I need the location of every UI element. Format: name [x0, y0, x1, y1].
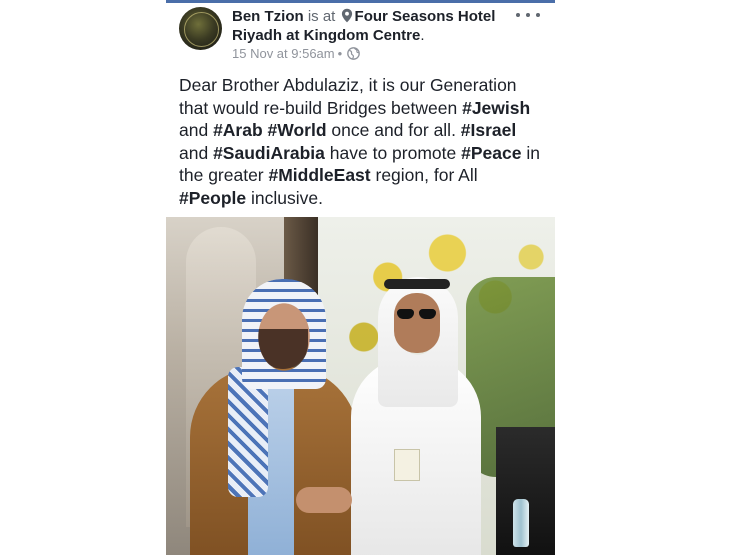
photo-water-bottle — [513, 499, 529, 547]
message-text: and — [179, 142, 214, 163]
meta-separator: • — [337, 46, 343, 61]
hashtag-link[interactable]: #Peace — [461, 143, 521, 163]
more-dot — [526, 13, 530, 17]
post-header-line2: Riyadh at Kingdom Centre. — [232, 26, 425, 45]
post-photo[interactable] — [166, 217, 555, 555]
avatar-emblem — [184, 12, 219, 47]
photo-handshake — [296, 487, 352, 513]
place-period: . — [420, 27, 425, 44]
timestamp[interactable]: 15 Nov at 9:56am — [232, 46, 335, 61]
post-header-line1: Ben Tzion is at Four Seasons Hotel — [232, 7, 512, 28]
message-text: once and for all. — [326, 120, 461, 140]
message-text: have to promote — [324, 142, 462, 163]
more-dot — [536, 13, 540, 17]
avatar[interactable] — [179, 7, 222, 50]
photo-sunglasses — [397, 309, 437, 319]
place-name-line2[interactable]: Riyadh at Kingdom Centre — [232, 27, 420, 44]
hashtag-link[interactable]: #World — [268, 120, 327, 140]
message-text: and — [179, 120, 214, 140]
facebook-post: Ben Tzion is at Four Seasons Hotel Riyad… — [166, 0, 555, 555]
photo-name-badge — [394, 449, 420, 481]
more-options-icon[interactable] — [516, 8, 540, 22]
hashtag-link[interactable]: #SaudiArabia — [213, 143, 325, 163]
post-meta: 15 Nov at 9:56am • — [232, 46, 361, 64]
photo-person-right-face — [394, 293, 440, 353]
hashtag-link[interactable]: #Arab — [213, 120, 263, 140]
post-message: Dear Brother Abdulaziz, it is our Genera… — [179, 74, 549, 209]
hashtag-link[interactable]: #Jewish — [462, 98, 530, 118]
hashtag-link[interactable]: #People — [179, 188, 246, 208]
place-name-line1[interactable]: Four Seasons Hotel — [355, 8, 496, 25]
top-accent-bar — [166, 0, 555, 3]
photo-person-right-agal — [384, 279, 450, 289]
message-text: region, for All — [370, 165, 478, 185]
hashtag-link[interactable]: #MiddleEast — [269, 165, 371, 185]
message-text: inclusive. — [246, 187, 323, 208]
pin-icon — [341, 8, 353, 28]
globe-icon — [347, 47, 361, 64]
is-at-label: is at — [307, 8, 336, 25]
hashtag-link[interactable]: #Israel — [461, 120, 516, 140]
photo-person-left-headscarf — [242, 279, 326, 389]
more-dot — [516, 13, 520, 17]
author-name[interactable]: Ben Tzion — [232, 8, 304, 25]
